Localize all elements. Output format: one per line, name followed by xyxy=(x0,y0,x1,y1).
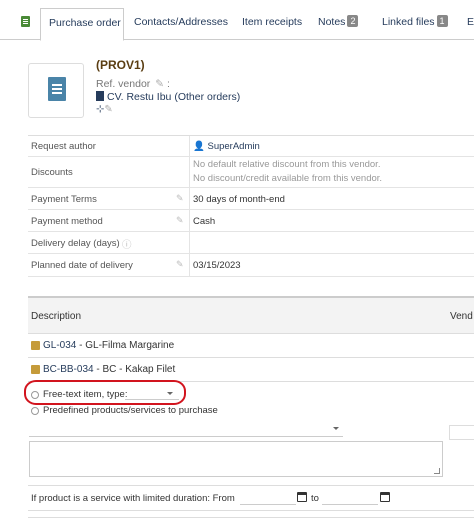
column-description: Description xyxy=(31,311,82,322)
tab-notes[interactable]: Notes 2 xyxy=(318,8,359,40)
request-author-name[interactable]: SuperAdmin xyxy=(207,141,259,152)
payment-terms-value: 30 days of month-end xyxy=(193,194,285,205)
product-link[interactable]: GL-034 xyxy=(43,340,76,351)
predefined-radio[interactable] xyxy=(31,407,39,415)
duration-to-label: to xyxy=(311,493,319,504)
chevron-down-icon xyxy=(333,427,339,430)
edit-pencil-icon[interactable]: ✎ xyxy=(176,259,184,270)
request-author-value[interactable]: 👤 SuperAdmin xyxy=(193,141,260,152)
purchase-order-icon xyxy=(48,77,66,101)
product-desc: - BC - Kakap Filet xyxy=(93,364,176,375)
discount-relative: No default relative discount from this v… xyxy=(193,159,381,170)
calendar-icon[interactable] xyxy=(297,492,307,502)
planned-date-row: Planned date of delivery ✎ 03/15/2023 xyxy=(28,254,474,277)
tab-linked-files[interactable]: Linked files 1 xyxy=(382,8,448,40)
payment-method-row: Payment method ✎ Cash xyxy=(28,210,474,232)
divider xyxy=(28,517,474,518)
payment-terms-row: Payment Terms ✎ 30 days of month-end xyxy=(28,188,474,210)
date-to-input[interactable] xyxy=(322,491,378,505)
field-label: Planned date of delivery xyxy=(31,260,133,271)
resize-handle-icon[interactable] xyxy=(434,468,440,474)
tab-label: Notes xyxy=(318,16,346,28)
other-orders-link[interactable]: (Other orders) xyxy=(174,91,240,103)
planned-date-value: 03/15/2023 xyxy=(193,260,241,271)
edit-pencil-icon[interactable]: ✎ xyxy=(176,193,184,204)
info-icon[interactable]: ⓘ xyxy=(122,237,132,251)
table-row: BC-BB-034 - BC - Kakap Filet xyxy=(28,358,474,382)
edit-pencil-icon[interactable]: ✎ xyxy=(176,215,184,226)
tab-bar: Purchase order Contacts/Addresses Item r… xyxy=(0,0,474,41)
ref-vendor-colon: : xyxy=(166,78,170,90)
ref-vendor-row: Ref. vendor ✎ : xyxy=(96,78,170,90)
calendar-icon[interactable] xyxy=(380,492,390,502)
vendor-row: CV. Restu Ibu (Other orders) xyxy=(96,91,240,103)
vendor-link[interactable]: CV. Restu Ibu xyxy=(107,91,171,103)
notes-count-badge: 2 xyxy=(347,15,359,27)
linked-files-count-badge: 1 xyxy=(436,15,448,27)
order-info-table: Request author 👤 SuperAdmin Discounts No… xyxy=(28,135,474,277)
column-vendor: Vend xyxy=(450,311,473,322)
tab-label: Contacts/Addresses xyxy=(134,16,228,28)
product-desc: - GL-Filma Margarine xyxy=(76,340,175,351)
field-label: Delivery delay (days) xyxy=(31,238,120,249)
lines-table-header: Description Vend xyxy=(28,296,474,334)
tab-item-receipts[interactable]: Item receipts xyxy=(242,8,302,40)
tab-more[interactable]: E xyxy=(467,8,474,40)
product-icon xyxy=(31,341,40,350)
field-label: Request author xyxy=(31,141,96,152)
date-from-input[interactable] xyxy=(240,491,296,505)
product-link[interactable]: BC-BB-034 xyxy=(43,364,94,375)
annotation-highlight xyxy=(24,380,186,405)
vendor-actions: ⊹✎ xyxy=(96,104,113,115)
discounts-row: Discounts No default relative discount f… xyxy=(28,157,474,188)
service-duration-row: If product is a service with limited dur… xyxy=(28,485,474,511)
tab-contacts-addresses[interactable]: Contacts/Addresses xyxy=(134,8,228,40)
tab-label: Purchase order xyxy=(49,17,121,29)
order-ref: (PROV1) xyxy=(96,58,145,72)
discount-credit: No discount/credit available from this v… xyxy=(193,173,383,184)
user-icon: 👤 xyxy=(193,141,205,152)
vat-input[interactable] xyxy=(449,425,474,440)
product-select[interactable] xyxy=(29,421,343,437)
edit-pencil-icon[interactable]: ✎ xyxy=(104,104,112,115)
document-icon[interactable] xyxy=(21,16,30,27)
field-label: Discounts xyxy=(31,167,73,178)
request-author-row: Request author 👤 SuperAdmin xyxy=(28,136,474,157)
product-line: BC-BB-034 - BC - Kakap Filet xyxy=(43,364,175,375)
predefined-label: Predefined products/services to purchase xyxy=(43,405,218,416)
tab-label: Linked files xyxy=(382,16,435,28)
edit-pencil-icon[interactable]: ✎ xyxy=(155,78,164,90)
payment-method-value: Cash xyxy=(193,216,216,227)
ref-vendor-label: Ref. vendor xyxy=(96,78,151,90)
document-thumbnail xyxy=(28,63,84,118)
building-icon xyxy=(96,91,104,101)
table-row: GL-034 - GL-Filma Margarine xyxy=(28,334,474,358)
description-textarea[interactable] xyxy=(29,441,443,477)
product-line: GL-034 - GL-Filma Margarine xyxy=(43,340,174,351)
product-icon xyxy=(31,365,40,374)
field-label: Payment Terms xyxy=(31,194,97,205)
tab-purchase-order[interactable]: Purchase order xyxy=(40,8,124,41)
duration-label: If product is a service with limited dur… xyxy=(31,493,235,504)
tab-label: Item receipts xyxy=(242,16,303,28)
tab-label: E xyxy=(467,16,474,28)
field-label: Payment method xyxy=(31,216,103,227)
delivery-delay-row: Delivery delay (days) ⓘ xyxy=(28,232,474,254)
